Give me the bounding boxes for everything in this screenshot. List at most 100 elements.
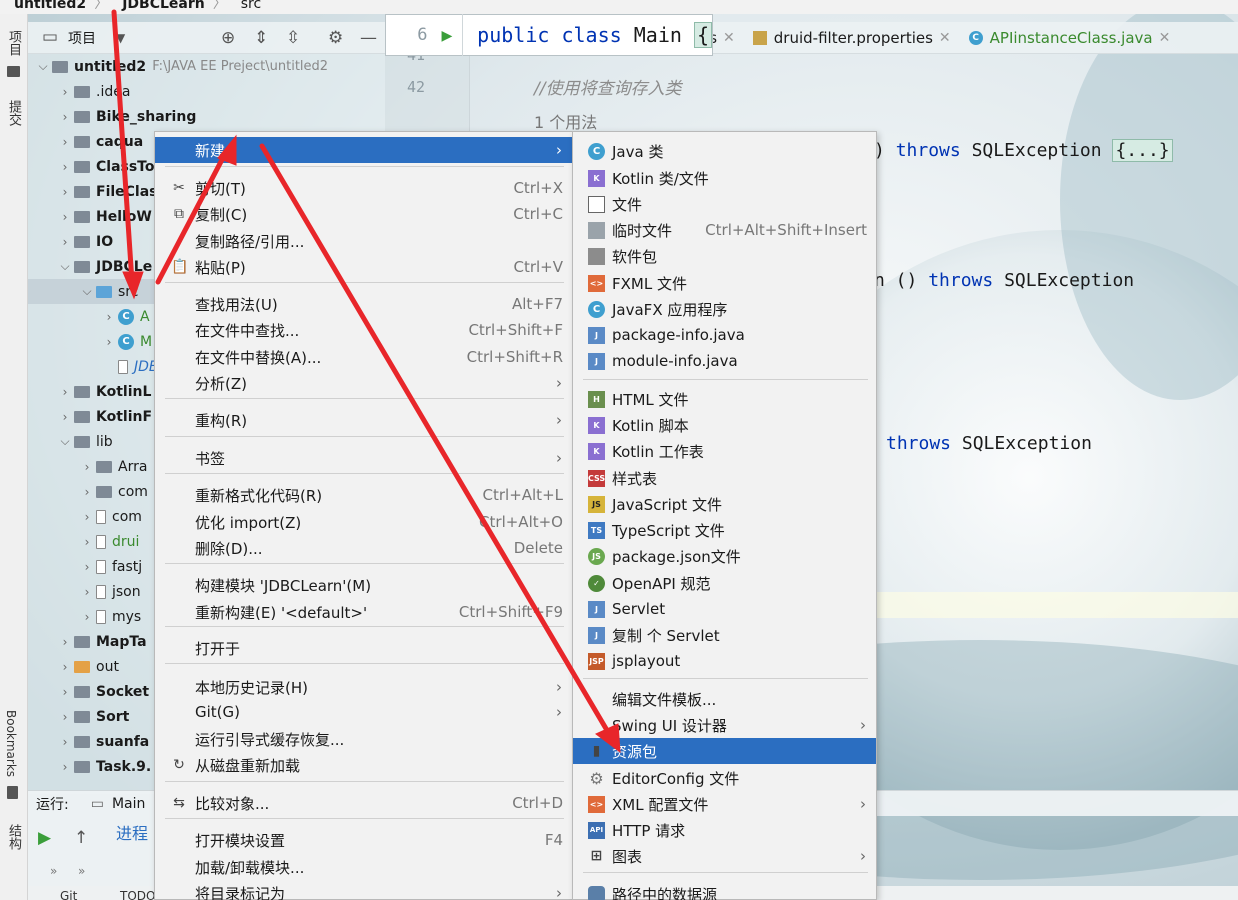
context-menu-item[interactable]: 在文件中替换(A)... Ctrl+Shift+R [155, 344, 572, 370]
new-submenu-item[interactable]: 编辑文件模板... [573, 686, 876, 712]
context-menu-item[interactable]: 在文件中查找... Ctrl+Shift+F [155, 317, 572, 343]
chevron-right-icon[interactable]: › [58, 110, 72, 124]
chevron-right-icon[interactable]: › [80, 535, 94, 549]
chevron-right-icon[interactable]: › [58, 210, 72, 224]
context-menu-item[interactable]: 运行引导式缓存恢复... [155, 726, 572, 752]
context-menu-item[interactable]: 加载/卸载模块... [155, 854, 572, 880]
chevron-right-icon[interactable]: › [58, 85, 72, 99]
context-menu-item[interactable]: 查找用法(U) Alt+F7 [155, 291, 572, 317]
gear-icon[interactable]: ⚙ [328, 28, 343, 48]
chevron-down-icon[interactable]: ⌵ [58, 434, 72, 449]
context-menu-item[interactable]: 分析(Z) › [155, 370, 572, 396]
new-submenu-item[interactable]: 软件包 [573, 243, 876, 269]
git-tool-tab[interactable]: Git [60, 889, 77, 900]
chevron-right-icon[interactable]: › [58, 410, 72, 424]
chevron-down-icon[interactable]: ⌵ [36, 59, 50, 74]
project-panel-title[interactable]: 项目 [68, 28, 96, 48]
expand-icon[interactable]: » [50, 864, 57, 878]
todo-tool-tab[interactable]: TODO [120, 889, 155, 900]
new-submenu-item[interactable]: Jpackage-info.java [573, 322, 876, 348]
chevron-right-icon[interactable]: › [80, 560, 94, 574]
chevron-right-icon[interactable]: › [80, 610, 94, 624]
new-submenu-item[interactable]: CSS 样式表 [573, 465, 876, 491]
chevron-right-icon[interactable]: › [58, 635, 72, 649]
chevron-right-icon[interactable]: › [58, 710, 72, 724]
bookmarks-tool-tab[interactable]: Bookmarks [4, 710, 18, 777]
context-menu-item[interactable]: 本地历史记录(H) › [155, 674, 572, 700]
chevron-right-icon[interactable]: » [78, 864, 85, 878]
context-menu-item[interactable]: 复制路径/引用... [155, 228, 572, 254]
context-menu-item[interactable]: ↻ 从磁盘重新加载 [155, 752, 572, 778]
project-tool-tab[interactable]: 项目 [4, 30, 23, 56]
context-menu-item[interactable]: 优化 import(Z) Ctrl+Alt+O [155, 509, 572, 535]
commit-tool-tab[interactable]: 提交 [4, 100, 23, 126]
context-menu-item[interactable]: 将目录标记为 › [155, 880, 572, 900]
expand-all-icon[interactable]: ⇕ [254, 28, 268, 48]
new-submenu-item[interactable]: ⊞ 图表 › [573, 843, 876, 869]
new-submenu-item[interactable]: JS JavaScript 文件 [573, 491, 876, 517]
tree-item-root[interactable]: ⌵ untitled2 F:\JAVA EE Preject\untitled2 [28, 54, 385, 79]
context-menu-item[interactable]: 删除(D)... Delete [155, 535, 572, 561]
context-menu-item[interactable]: 新建 › [155, 137, 572, 163]
chevron-right-icon[interactable]: › [58, 160, 72, 174]
chevron-right-icon[interactable]: › [58, 660, 72, 674]
chevron-right-icon[interactable]: › [58, 235, 72, 249]
new-submenu-item[interactable]: K Kotlin 类/文件 [573, 165, 876, 191]
chevron-right-icon[interactable]: › [80, 585, 94, 599]
chevron-right-icon[interactable]: › [58, 385, 72, 399]
new-submenu-item[interactable]: <> FXML 文件 [573, 270, 876, 296]
context-menu-item[interactable]: 构建模块 'JDBCLearn'(M) [155, 572, 572, 598]
chevron-right-icon[interactable]: › [80, 460, 94, 474]
tree-item[interactable]: › Bike_sharing [28, 104, 385, 129]
new-submenu-item[interactable]: 路径中的数据源 [573, 881, 876, 900]
context-menu-item[interactable]: 书签 › [155, 445, 572, 471]
context-menu-item[interactable]: 重新构建(E) '<default>' Ctrl+Shift+F9 [155, 599, 572, 625]
chevron-right-icon[interactable]: › [80, 510, 94, 524]
close-icon[interactable]: ✕ [723, 30, 735, 46]
chevron-down-icon[interactable]: ⌵ [58, 259, 72, 274]
breadcrumb-module[interactable]: JDBCLearn [122, 0, 205, 11]
rerun-icon[interactable]: ▶ [38, 828, 51, 848]
new-submenu-item[interactable]: J Servlet [573, 596, 876, 622]
new-submenu-item[interactable]: Jmodule-info.java [573, 348, 876, 374]
new-submenu-item[interactable]: <> XML 配置文件 › [573, 791, 876, 817]
new-submenu-item[interactable]: C JavaFX 应用程序 [573, 296, 876, 322]
new-submenu-item[interactable]: JS package.json文件 [573, 543, 876, 569]
new-submenu-item[interactable]: API HTTP 请求 [573, 817, 876, 843]
run-icon[interactable]: ▶ [442, 25, 453, 46]
context-menu-item[interactable]: ⧉ 复制(C) Ctrl+C [155, 201, 572, 227]
locate-icon[interactable]: ⊕ [221, 28, 235, 48]
new-submenu-item[interactable]: 临时文件 Ctrl+Alt+Shift+Insert [573, 217, 876, 243]
editor-tab[interactable]: druid-filter.properties ✕ [752, 29, 951, 47]
new-submenu-item[interactable]: TS TypeScript 文件 [573, 517, 876, 543]
new-submenu-item[interactable]: J 复制 个 Servlet [573, 622, 876, 648]
usage-hint[interactable]: 1 个用法 [534, 109, 597, 133]
breadcrumb-folder[interactable]: src [241, 0, 261, 11]
new-submenu-item[interactable]: Swing UI 设计器 › [573, 712, 876, 738]
new-submenu-item[interactable]: ▮ 资源包 [573, 738, 876, 764]
chevron-right-icon[interactable]: › [102, 310, 116, 324]
new-submenu-item[interactable]: K Kotlin 脚本 [573, 412, 876, 438]
chevron-right-icon[interactable]: › [80, 485, 94, 499]
context-menu-item[interactable]: 重新格式化代码(R) Ctrl+Alt+L [155, 482, 572, 508]
new-submenu-item[interactable]: ✓ OpenAPI 规范 [573, 570, 876, 596]
structure-tool-tab[interactable]: 结构 [4, 824, 23, 850]
chevron-right-icon[interactable]: › [58, 760, 72, 774]
new-submenu-item[interactable]: K Kotlin 工作表 [573, 438, 876, 464]
chevron-down-icon[interactable]: ⌵ [80, 284, 94, 299]
context-menu-item[interactable]: 打开模块设置 F4 [155, 827, 572, 853]
hide-panel-icon[interactable]: — [360, 28, 377, 48]
sticky-line-header[interactable]: 6 ▶ public class Main { [385, 14, 713, 56]
arrow-up-icon[interactable]: ↑ [74, 828, 88, 848]
run-tab[interactable]: Main [112, 796, 145, 812]
context-menu-item[interactable]: 📋 粘贴(P) Ctrl+V [155, 254, 572, 280]
folded-code-block[interactable]: {...} [1112, 139, 1173, 162]
new-submenu-item[interactable]: 文件 [573, 191, 876, 217]
editor-tab[interactable]: C APIinstanceClass.java ✕ [968, 29, 1170, 47]
context-menu-item[interactable]: Git(G) › [155, 699, 572, 725]
new-submenu-item[interactable]: JSP jsplayout [573, 648, 876, 674]
close-icon[interactable]: ✕ [939, 30, 951, 46]
chevron-right-icon[interactable]: › [102, 335, 116, 349]
chevron-right-icon[interactable]: › [58, 685, 72, 699]
chevron-right-icon[interactable]: › [58, 735, 72, 749]
